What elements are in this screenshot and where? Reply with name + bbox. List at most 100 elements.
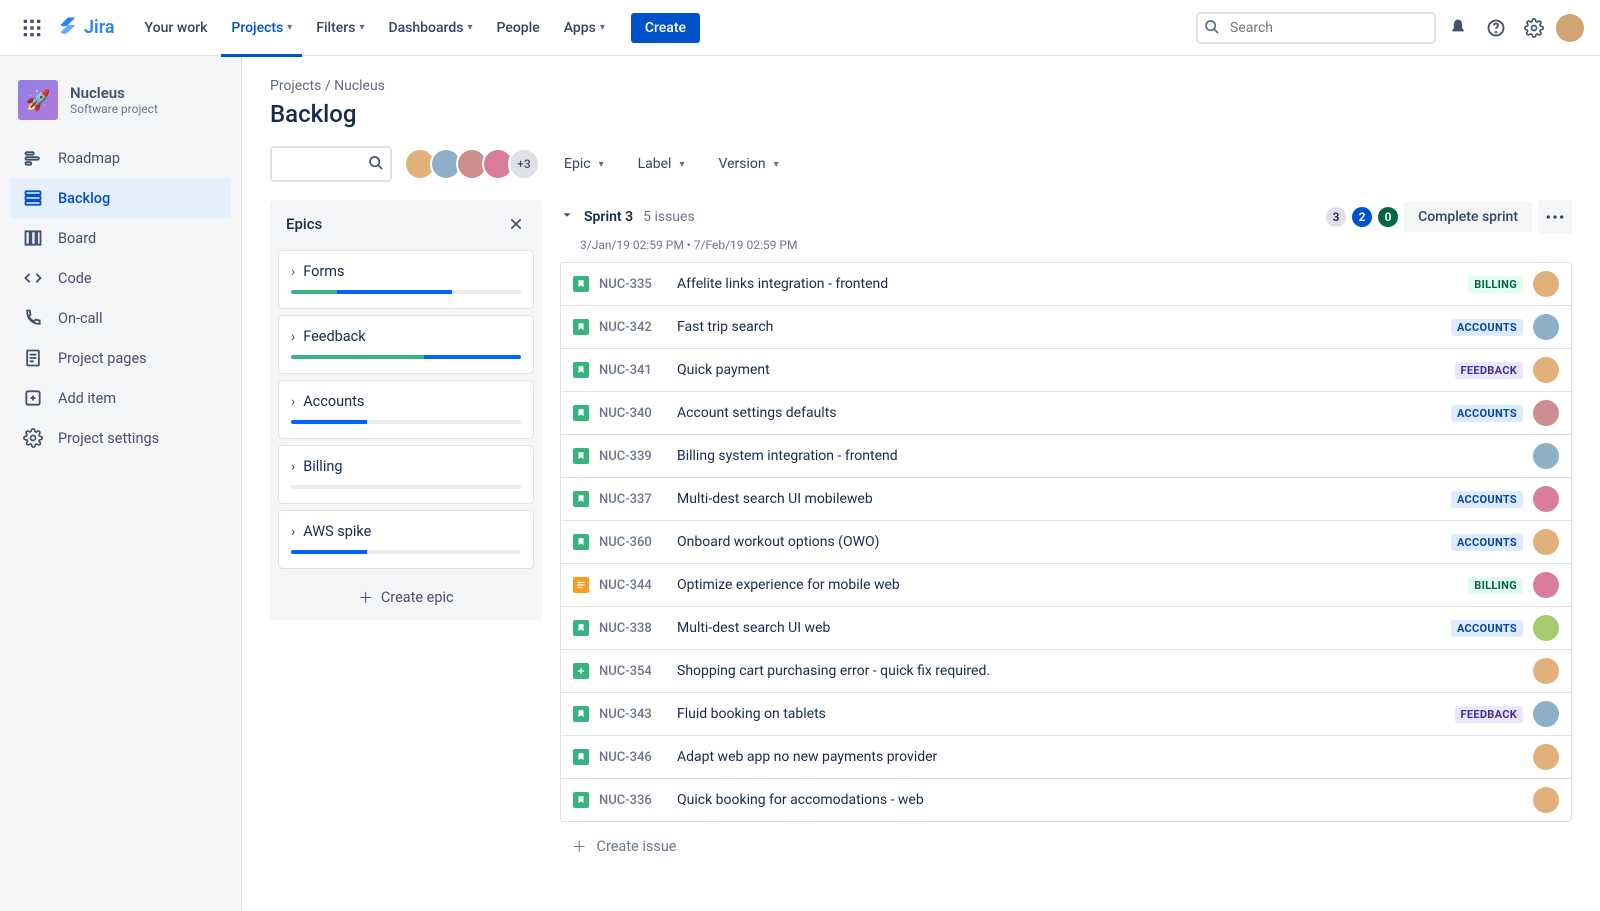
project-header[interactable]: 🚀 Nucleus Software project [10,80,231,138]
issue-row[interactable]: NUC-342Fast trip searchACCOUNTS [561,306,1571,349]
issue-row[interactable]: NUC-344Optimize experience for mobile we… [561,564,1571,607]
create-issue-button[interactable]: ＋ Create issue [560,826,1572,867]
epic-label[interactable]: ACCOUNTS [1451,491,1523,508]
assignee-avatar[interactable] [1533,529,1559,555]
issue-row[interactable]: NUC-339Billing system integration - fron… [561,435,1571,478]
sprint-issue-count: 5 issues [643,209,695,225]
search-icon [368,155,384,175]
breadcrumb-root[interactable]: Projects [270,78,321,94]
nav-item-people[interactable]: People [486,14,549,42]
issue-type-story-icon [573,534,589,550]
sidebar-item-project-pages[interactable]: Project pages [10,338,231,378]
issue-row[interactable]: NUC-336Quick booking for accomodations -… [561,779,1571,821]
issue-row[interactable]: NUC-346Adapt web app no new payments pro… [561,736,1571,779]
nav-item-your-work[interactable]: Your work [135,14,218,42]
app-switcher-icon[interactable] [16,12,48,44]
plus-icon: ＋ [572,836,587,857]
jira-logo[interactable]: Jira [56,16,115,40]
issue-type-story-icon [573,405,589,421]
project-icon: 🚀 [18,80,58,120]
assignee-avatar[interactable] [1533,744,1559,770]
nav-item-apps[interactable]: Apps▾ [554,14,615,42]
assignee-avatar[interactable] [1533,400,1559,426]
issue-row[interactable]: NUC-354Shopping cart purchasing error - … [561,650,1571,693]
assignee-avatar[interactable] [1533,787,1559,813]
assignee-filter-avatars[interactable]: +3 [410,148,540,180]
issue-row[interactable]: NUC-341Quick paymentFEEDBACK [561,349,1571,392]
assignee-avatar[interactable] [1533,443,1559,469]
nav-item-projects[interactable]: Projects▾ [221,14,302,42]
assignee-avatar[interactable] [1533,271,1559,297]
epic-card[interactable]: ›AWS spike [278,510,534,569]
notifications-icon[interactable] [1442,12,1474,44]
chevron-right-icon: › [291,459,295,475]
epic-card[interactable]: ›Accounts [278,380,534,439]
sidebar-item-label: Roadmap [58,150,120,167]
epic-card[interactable]: ›Feedback [278,315,534,374]
sidebar-item-backlog[interactable]: Backlog [10,178,231,218]
epic-card[interactable]: ›Billing [278,445,534,504]
assignee-avatar[interactable] [1533,615,1559,641]
create-epic-button[interactable]: ＋ Create epic [270,575,542,620]
issue-summary: Multi-dest search UI web [677,620,1441,636]
epic-label[interactable]: BILLING [1468,577,1523,594]
chevron-right-icon: › [291,264,295,280]
assignee-avatar[interactable] [1533,701,1559,727]
global-search-input[interactable] [1196,12,1436,44]
help-icon[interactable] [1480,12,1512,44]
filter-label[interactable]: Label▾ [632,152,691,176]
issue-row[interactable]: NUC-340Account settings defaultsACCOUNTS [561,392,1571,435]
main-content: Projects / Nucleus Backlog +3 Epic▾Label… [242,56,1600,911]
assignee-avatar[interactable] [1533,572,1559,598]
nav-item-filters[interactable]: Filters▾ [306,14,374,42]
more-actions-button[interactable] [1538,200,1572,234]
assignee-avatar[interactable] [1533,658,1559,684]
epic-label[interactable]: BILLING [1468,276,1523,293]
issue-search[interactable] [270,146,392,182]
project-name: Nucleus [70,84,158,102]
create-button[interactable]: Create [631,13,700,43]
plus-icon: ＋ [358,587,373,608]
settings-icon[interactable] [1518,12,1550,44]
epics-panel: Epics ›Forms›Feedback›Accounts›Billing›A… [270,200,542,620]
epic-label[interactable]: ACCOUNTS [1451,534,1523,551]
issue-row[interactable]: NUC-335Affelite links integration - fron… [561,263,1571,306]
epic-label[interactable]: ACCOUNTS [1451,405,1523,422]
epic-label[interactable]: FEEDBACK [1455,362,1523,379]
chevron-down-icon[interactable] [560,208,574,226]
issue-summary: Multi-dest search UI mobileweb [677,491,1441,507]
issue-row[interactable]: NUC-337Multi-dest search UI mobilewebACC… [561,478,1571,521]
epic-card[interactable]: ›Forms [278,250,534,309]
epic-label[interactable]: ACCOUNTS [1451,620,1523,637]
sprint-section: Sprint 3 5 issues 3 2 0 Complete sprint … [560,200,1572,867]
avatar-overflow[interactable]: +3 [508,148,540,180]
issue-row[interactable]: NUC-360Onboard workout options (OWO)ACCO… [561,521,1571,564]
global-search[interactable] [1196,12,1436,44]
breadcrumb-leaf[interactable]: Nucleus [334,78,385,94]
filter-version[interactable]: Version▾ [712,152,784,176]
issue-key: NUC-346 [599,750,667,765]
filter-epic[interactable]: Epic▾ [558,152,610,176]
assignee-avatar[interactable] [1533,357,1559,383]
epic-label[interactable]: ACCOUNTS [1451,319,1523,336]
issue-type-story-icon [573,319,589,335]
assignee-avatar[interactable] [1533,486,1559,512]
sidebar-item-add-item[interactable]: Add item [10,378,231,418]
sidebar-item-roadmap[interactable]: Roadmap [10,138,231,178]
epic-label[interactable]: FEEDBACK [1455,706,1523,723]
sidebar-item-code[interactable]: Code [10,258,231,298]
profile-avatar[interactable] [1556,14,1584,42]
assignee-avatar[interactable] [1533,314,1559,340]
sidebar-item-on-call[interactable]: On-call [10,298,231,338]
epic-progress [291,420,521,424]
nav-item-dashboards[interactable]: Dashboards▾ [378,14,482,42]
sidebar-item-project-settings[interactable]: Project settings [10,418,231,458]
close-icon[interactable] [506,214,526,234]
issue-type-story-icon [573,491,589,507]
complete-sprint-button[interactable]: Complete sprint [1404,202,1532,232]
issue-row[interactable]: NUC-338Multi-dest search UI webACCOUNTS [561,607,1571,650]
issue-row[interactable]: NUC-343Fluid booking on tabletsFEEDBACK [561,693,1571,736]
backlog-icon [22,187,44,209]
chevron-down-icon: ▾ [467,22,472,33]
sidebar-item-board[interactable]: Board [10,218,231,258]
